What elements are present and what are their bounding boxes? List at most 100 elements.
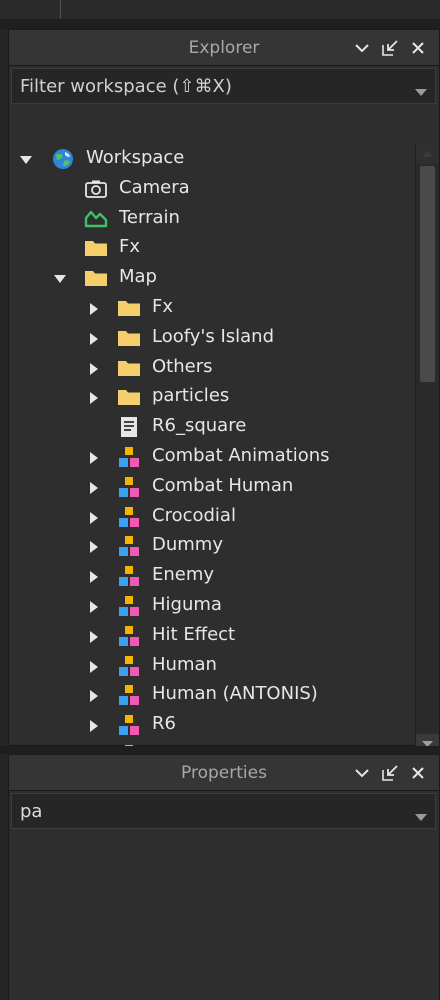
window-left-edge <box>0 0 8 1000</box>
expand-arrow-right-icon[interactable] <box>87 301 101 315</box>
tree-item-label: Workspace <box>86 147 185 168</box>
expand-arrow-right-icon[interactable] <box>87 390 101 405</box>
tree-item-label: Others <box>152 355 213 377</box>
model-icon <box>117 595 141 617</box>
tree-item-label: Camera <box>119 176 190 198</box>
tree-item-label: Higuma <box>152 594 222 615</box>
tree-item-label: Hit Effect <box>152 623 236 645</box>
tree-item[interactable]: Dummy <box>9 531 414 561</box>
top-toolbar-strip <box>0 0 440 20</box>
undock-icon[interactable] <box>381 39 399 57</box>
folder-icon <box>117 297 141 319</box>
chevron-down-icon[interactable] <box>353 39 371 57</box>
model-icon <box>117 565 141 587</box>
panel-gap-top <box>0 20 440 29</box>
model-icon <box>117 625 141 647</box>
tree-item-label: R6 <box>152 713 176 735</box>
explorer-filter <box>11 68 436 104</box>
model-icon <box>117 446 141 468</box>
vertical-scroll-thumb[interactable] <box>420 166 435 382</box>
tree-item[interactable]: Workspace <box>9 144 414 174</box>
tree-item[interactable]: Fx <box>9 233 414 263</box>
explorer-tree: Workspace Camera Terrain Fx Map Fx Loofy's Isl… <box>9 144 414 754</box>
folder-icon <box>84 267 108 289</box>
filter-dropdown-icon[interactable] <box>415 82 427 101</box>
tree-item-label: Fx <box>119 236 141 258</box>
folder-icon <box>117 357 141 379</box>
vertical-scrollbar[interactable] <box>415 144 439 754</box>
tree-item-label: Map <box>119 266 157 288</box>
expand-arrow-right-icon[interactable] <box>87 480 101 494</box>
close-icon[interactable] <box>409 764 427 782</box>
tree-item[interactable]: Human (ANTONIS) <box>9 680 414 710</box>
tree-item[interactable]: Camera <box>9 174 414 204</box>
tree-item[interactable]: Combat Animations <box>9 442 414 472</box>
tree-item[interactable]: Enemy <box>9 561 414 591</box>
expand-arrow-right-icon[interactable] <box>87 361 101 375</box>
tree-item-label: Combat Human <box>152 474 294 496</box>
expand-arrow-right-icon[interactable] <box>87 718 101 733</box>
model-icon <box>117 714 141 736</box>
expand-arrow-right-icon[interactable] <box>87 629 101 643</box>
terrain-icon <box>84 208 108 230</box>
properties-filter-input[interactable] <box>12 794 412 828</box>
tree-item[interactable]: Terrain <box>9 204 414 234</box>
tree-item-label: Enemy <box>152 564 215 586</box>
expand-arrow-right-icon[interactable] <box>87 539 101 554</box>
expand-arrow-down-icon[interactable] <box>53 271 67 285</box>
model-icon <box>117 655 141 677</box>
expand-arrow-right-icon[interactable] <box>87 331 101 345</box>
workspace-icon <box>51 148 75 170</box>
tree-item[interactable]: R6_square <box>9 412 414 442</box>
model-icon <box>117 476 141 498</box>
tree-item-label: Human <box>152 653 217 675</box>
folder-icon <box>84 237 108 259</box>
folder-icon <box>117 386 141 408</box>
tree-item-label: Combat Animations <box>152 445 330 466</box>
expand-arrow-right-icon[interactable] <box>87 510 101 524</box>
explorer-panel: Explorer Workspace Camera Terrain Fx Map Fx Lo… <box>8 29 440 776</box>
tree-item[interactable]: Fx <box>9 293 414 323</box>
tree-item[interactable]: Loofy's Island <box>9 323 414 353</box>
tree-item-label: Human (ANTONIS) <box>152 683 318 705</box>
filter-workspace-input[interactable] <box>12 69 412 103</box>
tree-item-label: Dummy <box>152 534 223 556</box>
undock-icon[interactable] <box>381 764 399 782</box>
model-icon <box>117 506 141 528</box>
tree-item[interactable]: Map <box>9 263 414 293</box>
expand-arrow-right-icon[interactable] <box>87 569 101 584</box>
properties-header: Properties <box>9 755 439 791</box>
script-icon <box>117 416 141 438</box>
tree-item[interactable]: Higuma <box>9 591 414 621</box>
expand-arrow-right-icon[interactable] <box>87 659 101 673</box>
tree-item-label: Fx <box>152 296 174 317</box>
tree-item[interactable]: R6 <box>9 710 414 740</box>
camera-icon <box>84 178 108 200</box>
tree-item-label: particles <box>152 385 230 407</box>
tree-item[interactable]: Others <box>9 353 414 383</box>
properties-filter <box>11 793 436 829</box>
scroll-up-icon[interactable] <box>416 144 439 164</box>
tree-item[interactable]: Combat Human <box>9 472 414 502</box>
expand-arrow-down-icon[interactable] <box>19 152 33 166</box>
folder-icon <box>117 327 141 349</box>
properties-list <box>9 837 439 1000</box>
tree-item[interactable]: Hit Effect <box>9 621 414 651</box>
tree-item-label: Terrain <box>119 206 180 228</box>
chevron-down-icon[interactable] <box>353 764 371 782</box>
expand-arrow-right-icon[interactable] <box>87 450 101 464</box>
close-icon[interactable] <box>409 39 427 57</box>
tree-item[interactable]: particles <box>9 382 414 412</box>
filter-dropdown-icon[interactable] <box>415 807 427 826</box>
expand-arrow-right-icon[interactable] <box>87 599 101 613</box>
explorer-header: Explorer <box>9 30 439 66</box>
tree-item-label: R6_square <box>152 415 247 437</box>
tree-item-label: Loofy's Island <box>152 325 275 347</box>
panel-gap-middle <box>0 746 440 754</box>
model-icon <box>117 535 141 557</box>
tree-item[interactable]: Crocodial <box>9 502 414 532</box>
expand-arrow-right-icon[interactable] <box>87 688 101 703</box>
model-icon <box>117 684 141 706</box>
toolbar-separator <box>60 0 61 18</box>
tree-item[interactable]: Human <box>9 651 414 681</box>
